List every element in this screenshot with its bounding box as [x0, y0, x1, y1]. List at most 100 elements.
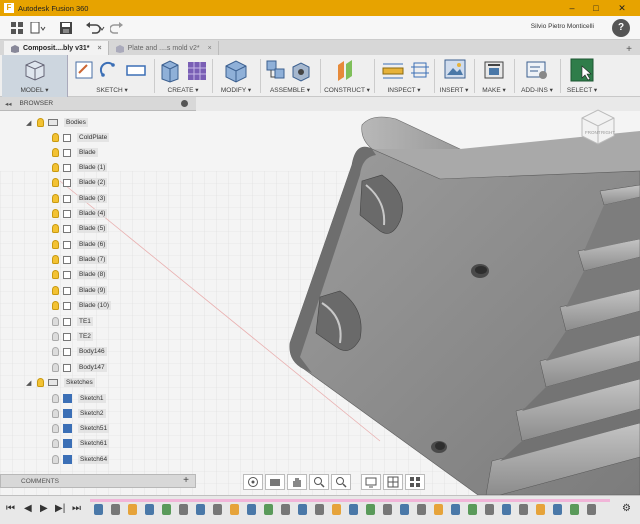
- grid-settings-button[interactable]: [383, 474, 403, 490]
- tree-body-item[interactable]: Blade (2): [52, 175, 108, 190]
- timeline-feature-marker[interactable]: [213, 504, 222, 515]
- expand-triangle-icon[interactable]: ◢: [26, 379, 33, 387]
- help-button[interactable]: ?: [612, 19, 630, 37]
- timeline-feature-marker[interactable]: [570, 504, 579, 515]
- make-group[interactable]: MAKE ▾: [476, 55, 512, 97]
- timeline-feature-marker[interactable]: [400, 504, 409, 515]
- timeline-feature-marker[interactable]: [128, 504, 137, 515]
- timeline-feature-marker[interactable]: [485, 504, 494, 515]
- timeline-feature-marker[interactable]: [94, 504, 103, 515]
- pan-button[interactable]: [287, 474, 307, 490]
- timeline-play-button[interactable]: ▶: [40, 503, 48, 514]
- viewports-button[interactable]: [405, 474, 425, 490]
- close-button[interactable]: ✕: [610, 0, 634, 16]
- timeline-scrub-track[interactable]: [90, 499, 610, 502]
- tab-plate-mold[interactable]: Plate and ....s mold v2* ×: [109, 41, 219, 55]
- tree-body-item[interactable]: Blade (5): [52, 221, 108, 236]
- timeline-feature-marker[interactable]: [434, 504, 443, 515]
- tree-body-item[interactable]: Blade (6): [52, 237, 108, 252]
- visibility-bulb-icon[interactable]: [52, 347, 59, 356]
- fit-button[interactable]: [331, 474, 351, 490]
- tab-close-icon[interactable]: ×: [98, 45, 102, 52]
- visibility-bulb-icon[interactable]: [52, 439, 59, 448]
- addins-group[interactable]: ADD-INS ▾: [516, 55, 558, 97]
- timeline-next-button[interactable]: ▶|: [55, 503, 65, 514]
- create-group[interactable]: CREATE ▾: [156, 55, 210, 97]
- visibility-bulb-icon[interactable]: [37, 378, 44, 387]
- tree-folder-bodies[interactable]: ◢ Bodies: [26, 115, 88, 130]
- user-name[interactable]: Silvio Pietro Monticelli: [531, 23, 594, 30]
- tree-body-item[interactable]: Blade (10): [52, 298, 111, 313]
- assemble-group[interactable]: ASSEMBLE ▾: [262, 55, 318, 97]
- timeline-feature-marker[interactable]: [196, 504, 205, 515]
- visibility-bulb-icon[interactable]: [52, 455, 59, 464]
- add-comment-button[interactable]: +: [183, 475, 189, 486]
- timeline-feature-marker[interactable]: [553, 504, 562, 515]
- workspace-switcher[interactable]: MODEL ▾: [2, 55, 68, 97]
- construct-group[interactable]: CONSTRUCT ▾: [322, 55, 372, 97]
- file-menu-button[interactable]: [29, 18, 47, 38]
- minimize-button[interactable]: –: [560, 0, 584, 16]
- tree-folder-sketches[interactable]: ◢ Sketches: [26, 375, 95, 390]
- zoom-button[interactable]: [309, 474, 329, 490]
- timeline-feature-marker[interactable]: [230, 504, 239, 515]
- timeline-feature-marker[interactable]: [587, 504, 596, 515]
- timeline-feature-marker[interactable]: [451, 504, 460, 515]
- timeline-feature-marker[interactable]: [366, 504, 375, 515]
- tree-sketch-item[interactable]: Sketch2: [52, 406, 106, 421]
- expand-triangle-icon[interactable]: ◢: [26, 119, 33, 127]
- visibility-bulb-icon[interactable]: [52, 178, 59, 187]
- timeline-feature-marker[interactable]: [519, 504, 528, 515]
- visibility-bulb-icon[interactable]: [52, 209, 59, 218]
- tree-body-item[interactable]: Body147: [52, 360, 107, 375]
- data-panel-button[interactable]: [8, 18, 26, 38]
- timeline-feature-marker[interactable]: [502, 504, 511, 515]
- tab-composite-assembly[interactable]: Composit....bly v31* ×: [4, 41, 109, 55]
- timeline-prev-button[interactable]: ◀: [24, 503, 32, 514]
- tree-body-item[interactable]: Blade (4): [52, 206, 108, 221]
- tree-sketch-item[interactable]: Sketch61: [52, 436, 110, 451]
- tree-body-item[interactable]: Blade (1): [52, 160, 108, 175]
- timeline-feature-marker[interactable]: [264, 504, 273, 515]
- visibility-bulb-icon[interactable]: [52, 394, 59, 403]
- timeline-first-button[interactable]: ⏮: [6, 503, 15, 514]
- new-tab-button[interactable]: +: [626, 44, 632, 55]
- timeline-feature-marker[interactable]: [145, 504, 154, 515]
- visibility-bulb-icon[interactable]: [52, 317, 59, 326]
- tree-body-item[interactable]: TE2: [52, 329, 93, 344]
- inspect-group[interactable]: INSPECT ▾: [376, 55, 432, 97]
- orbit-button[interactable]: [243, 474, 263, 490]
- tab-close-icon[interactable]: ×: [208, 45, 212, 52]
- visibility-bulb-icon[interactable]: [52, 363, 59, 372]
- look-at-button[interactable]: [265, 474, 285, 490]
- visibility-bulb-icon[interactable]: [52, 332, 59, 341]
- view-cube[interactable]: FRONT RIGHT: [578, 104, 618, 148]
- tree-body-item[interactable]: ColdPlate: [52, 130, 110, 145]
- timeline-feature-marker[interactable]: [162, 504, 171, 515]
- timeline-feature-marker[interactable]: [247, 504, 256, 515]
- modify-group[interactable]: MODIFY ▾: [214, 55, 258, 97]
- timeline-feature-marker[interactable]: [281, 504, 290, 515]
- maximize-button[interactable]: □: [584, 0, 608, 16]
- tree-sketch-item[interactable]: Sketch1: [52, 391, 106, 406]
- timeline-feature-marker[interactable]: [111, 504, 120, 515]
- timeline-feature-marker[interactable]: [536, 504, 545, 515]
- sketch-group[interactable]: SKETCH ▾: [72, 55, 152, 97]
- tree-body-item[interactable]: Blade: [52, 145, 98, 160]
- timeline-feature-marker[interactable]: [298, 504, 307, 515]
- visibility-bulb-icon[interactable]: [52, 409, 59, 418]
- visibility-bulb-icon[interactable]: [52, 286, 59, 295]
- tree-sketch-item[interactable]: Sketch51: [52, 421, 110, 436]
- visibility-bulb-icon[interactable]: [52, 270, 59, 279]
- visibility-bulb-icon[interactable]: [37, 118, 44, 127]
- browser-pin-icon[interactable]: [181, 100, 188, 107]
- tree-sketch-item[interactable]: Sketch64: [52, 452, 110, 467]
- insert-group[interactable]: INSERT ▾: [436, 55, 472, 97]
- tree-body-item[interactable]: Blade (3): [52, 191, 108, 206]
- save-button[interactable]: [57, 18, 75, 38]
- select-group[interactable]: SELECT ▾: [562, 55, 602, 97]
- timeline-settings-button[interactable]: ⚙: [622, 503, 631, 514]
- display-settings-button[interactable]: [361, 474, 381, 490]
- visibility-bulb-icon[interactable]: [52, 148, 59, 157]
- tree-body-item[interactable]: Body146: [52, 344, 107, 359]
